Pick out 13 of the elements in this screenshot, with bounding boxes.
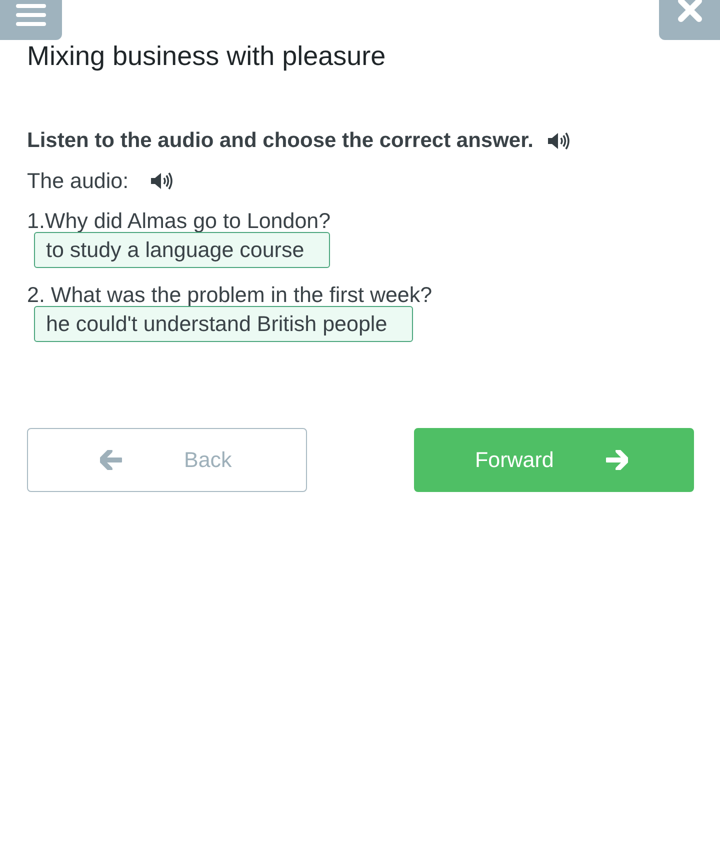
answer-field[interactable]: to study a language course xyxy=(34,232,330,268)
answer-field[interactable]: he could't understand British people xyxy=(34,306,414,342)
arrow-right-icon xyxy=(606,450,628,470)
page-title: Mixing business with pleasure xyxy=(26,40,387,71)
menu-icon xyxy=(16,4,46,26)
close-icon xyxy=(678,0,702,22)
speaker-icon[interactable] xyxy=(150,172,173,190)
instruction-text: Listen to the audio and choose the correct answer. xyxy=(27,128,534,154)
arrow-left-icon xyxy=(100,450,122,470)
question-text: 1.Why did Almas go to London? xyxy=(27,208,332,234)
speaker-icon[interactable] xyxy=(548,132,570,150)
question-text: 2. What was the problem in the first week? xyxy=(27,282,434,308)
audio-label: The audio: xyxy=(27,168,129,194)
